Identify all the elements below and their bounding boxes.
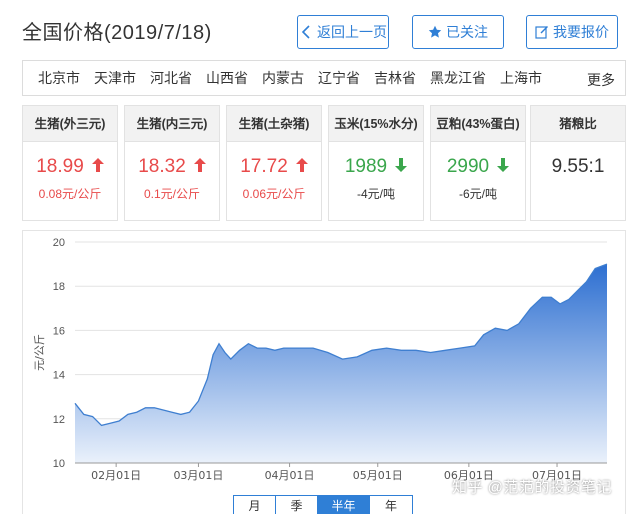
price-value: 17.72 <box>240 156 288 178</box>
price-chart: 10 12 14 16 18 20 元/公斤 02月01日 03月01日 04月01日 05月01日… <box>22 230 626 514</box>
follow-button[interactable]: 已关注 <box>412 15 504 49</box>
tab-half-year[interactable]: 半年 <box>318 496 370 514</box>
tab-quarter[interactable]: 季 <box>276 496 318 514</box>
y-tick-label: 18 <box>53 281 65 293</box>
x-tick-label: 05月01日 <box>353 469 403 482</box>
region-item[interactable]: 北京市 <box>38 68 80 88</box>
price-card-change: -4元/吨 <box>356 187 395 201</box>
price-card-value: 1989 <box>329 155 423 179</box>
x-tick-label: 02月01日 <box>91 469 141 482</box>
price-chart-svg: 10 12 14 16 18 20 元/公斤 02月01日 03月01日 04月01日 05月01日… <box>33 237 608 482</box>
y-tick-label: 16 <box>53 325 65 337</box>
price-card[interactable]: 豆粕(43%蛋白) 2990 -6元/吨 <box>430 105 526 221</box>
region-more-link[interactable]: 更多 <box>587 70 615 90</box>
price-value: 2990 <box>446 156 490 178</box>
price-card-value: 18.32 <box>125 155 219 179</box>
arrow-down-icon <box>497 155 510 179</box>
watermark: 知乎 @范范的投资笔记 <box>452 479 612 496</box>
price-card-title: 生猪(外三元) <box>23 106 117 142</box>
price-card[interactable]: 生猪(土杂猪) 17.72 0.06元/公斤 <box>226 105 322 221</box>
region-item[interactable]: 辽宁省 <box>318 68 360 88</box>
price-value: 1989 <box>344 156 388 178</box>
price-card-value: 17.72 <box>227 155 321 179</box>
region-bar: 北京市 天津市 河北省 山西省 内蒙古 辽宁省 吉林省 黑龙江省 上海市 更多 <box>22 60 626 96</box>
y-axis-label: 元/公斤 <box>33 334 46 371</box>
star-icon <box>428 25 442 39</box>
arrow-up-icon <box>91 155 104 179</box>
price-area <box>75 264 607 463</box>
follow-button-label: 已关注 <box>446 24 488 40</box>
price-card-change: 0.08元/公斤 <box>38 187 102 201</box>
y-tick-label: 10 <box>53 458 65 470</box>
price-card-title: 生猪(土杂猪) <box>227 106 321 142</box>
arrow-up-icon <box>295 155 308 179</box>
y-tick-label: 12 <box>53 414 65 426</box>
price-value: 9.55:1 <box>551 156 605 177</box>
x-tick-label: 04月01日 <box>265 469 315 482</box>
price-card[interactable]: 玉米(15%水分) 1989 -4元/吨 <box>328 105 424 221</box>
edit-icon <box>535 25 549 39</box>
back-button-label: 返回上一页 <box>317 24 387 40</box>
tab-year[interactable]: 年 <box>370 496 412 514</box>
x-tick-label: 03月01日 <box>173 469 223 482</box>
price-card[interactable]: 生猪(内三元) 18.32 0.1元/公斤 <box>124 105 220 221</box>
region-item[interactable]: 上海市 <box>500 68 542 88</box>
price-card-change: 0.06元/公斤 <box>242 187 306 201</box>
price-card-title: 玉米(15%水分) <box>329 106 423 142</box>
price-card-title: 豆粕(43%蛋白) <box>431 106 525 142</box>
range-tabs: 月 季 半年 年 <box>233 495 413 514</box>
price-value: 18.32 <box>138 156 186 178</box>
region-item[interactable]: 河北省 <box>150 68 192 88</box>
chevron-left-icon <box>299 25 313 39</box>
price-card-title: 生猪(内三元) <box>125 106 219 142</box>
back-button[interactable]: 返回上一页 <box>297 15 389 49</box>
report-price-button[interactable]: 我要报价 <box>526 15 618 49</box>
arrow-down-icon <box>395 155 408 179</box>
region-item[interactable]: 天津市 <box>94 68 136 88</box>
price-value: 18.99 <box>36 156 84 178</box>
page-title: 全国价格(2019/7/18) <box>22 22 212 44</box>
price-card-value: 2990 <box>431 155 525 179</box>
price-card[interactable]: 猪粮比 9.55:1 <box>530 105 626 221</box>
y-tick-label: 20 <box>53 237 65 249</box>
region-item[interactable]: 山西省 <box>206 68 248 88</box>
price-card-change: -6元/吨 <box>458 187 497 201</box>
report-price-button-label: 我要报价 <box>553 24 609 40</box>
region-item[interactable]: 黑龙江省 <box>430 68 486 88</box>
region-item[interactable]: 吉林省 <box>374 68 416 88</box>
region-item[interactable]: 内蒙古 <box>262 68 304 88</box>
price-cards: 生猪(外三元) 18.99 0.08元/公斤 生猪(内三元) 18.32 0.1… <box>22 105 626 223</box>
price-card-change: 0.1元/公斤 <box>143 187 201 201</box>
price-card[interactable]: 生猪(外三元) 18.99 0.08元/公斤 <box>22 105 118 221</box>
price-card-value: 18.99 <box>23 155 117 179</box>
y-tick-label: 14 <box>53 370 65 382</box>
arrow-up-icon <box>193 155 206 179</box>
header: 全国价格(2019/7/18) 返回上一页 已关注 我要报价 <box>0 0 640 56</box>
tab-month[interactable]: 月 <box>234 496 276 514</box>
price-card-title: 猪粮比 <box>531 106 625 142</box>
price-card-value: 9.55:1 <box>531 155 625 179</box>
